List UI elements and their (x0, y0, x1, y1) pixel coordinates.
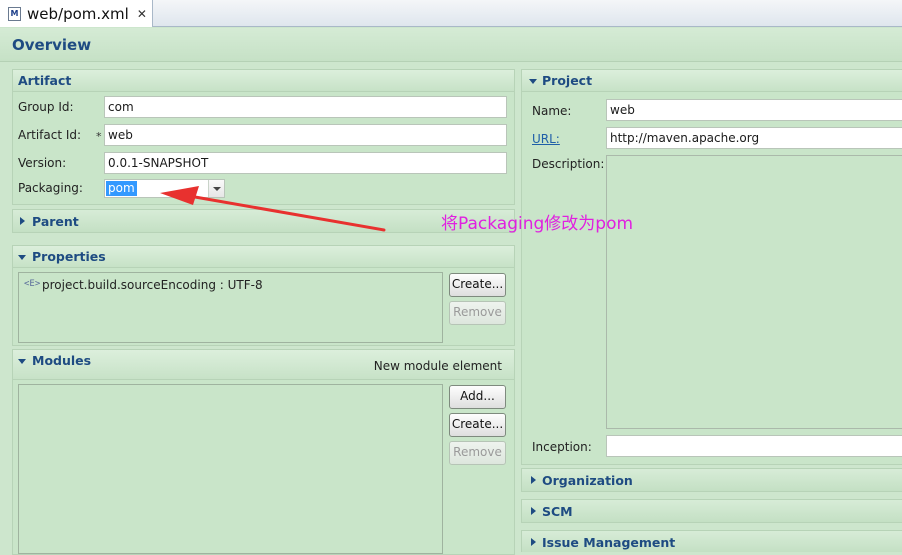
scm-section[interactable]: SCM (521, 499, 902, 523)
chevron-right-icon (531, 476, 536, 484)
chevron-right-icon (531, 507, 536, 515)
url-link[interactable]: URL: (532, 132, 560, 146)
chevron-right-icon (531, 538, 536, 546)
project-section-header[interactable]: Project (522, 70, 902, 92)
artifact-section-header: Artifact (13, 70, 514, 92)
issue-management-section[interactable]: Issue Management (521, 530, 902, 552)
modules-section-title: Modules (32, 353, 92, 368)
chevron-down-icon (18, 359, 26, 364)
packaging-selected-value: pom (106, 181, 137, 196)
form-header: Overview (0, 28, 902, 62)
url-input[interactable]: http://maven.apache.org (606, 127, 902, 149)
close-icon[interactable]: ✕ (137, 7, 147, 21)
modules-add-button[interactable]: Add... (449, 385, 506, 409)
maven-file-icon: M (8, 6, 21, 21)
parent-section[interactable]: Parent (12, 209, 515, 233)
artifact-section-title: Artifact (18, 73, 72, 88)
properties-remove-button[interactable]: Remove (449, 301, 506, 325)
packaging-select[interactable]: pom (104, 179, 225, 198)
inception-input[interactable] (606, 435, 902, 457)
scm-section-title: SCM (542, 504, 573, 519)
issue-management-section-title: Issue Management (542, 535, 676, 550)
new-module-element-label: New module element (373, 359, 502, 373)
organization-section-title: Organization (542, 473, 633, 488)
properties-create-button[interactable]: Create... (449, 273, 506, 297)
chevron-right-icon (20, 217, 25, 225)
modules-remove-button[interactable]: Remove (449, 441, 506, 465)
chevron-down-icon (18, 255, 26, 260)
packaging-label: Packaging: (18, 181, 83, 195)
modules-list[interactable] (18, 384, 443, 554)
properties-section-header[interactable]: Properties (13, 246, 514, 268)
editor-tab-label: web/pom.xml (27, 4, 129, 23)
list-item[interactable]: project.build.sourceEncoding : UTF-8 (42, 278, 263, 292)
annotation-text: 将Packaging修改为pom (441, 214, 634, 234)
group-id-label: Group Id: (18, 100, 74, 114)
properties-section-title: Properties (32, 249, 106, 264)
version-input[interactable]: 0.0.1-SNAPSHOT (104, 152, 507, 174)
description-label: Description: (532, 157, 605, 171)
artifact-id-input[interactable]: web (104, 124, 507, 146)
editor-tab-bar: M web/pom.xml ✕ (0, 0, 902, 27)
page-title: Overview (12, 36, 92, 54)
project-section-title: Project (542, 73, 593, 88)
xml-element-icon: <E> (24, 279, 41, 289)
description-textarea[interactable] (606, 155, 902, 429)
editor-tab-pom[interactable]: M web/pom.xml ✕ (0, 0, 153, 27)
modules-create-button[interactable]: Create... (449, 413, 506, 437)
version-label: Version: (18, 156, 67, 170)
chevron-down-icon (529, 79, 537, 84)
properties-list[interactable]: <E> project.build.sourceEncoding : UTF-8 (18, 272, 443, 343)
chevron-down-icon[interactable] (208, 180, 224, 197)
artifact-id-label: Artifact Id: (18, 128, 82, 142)
group-id-input[interactable]: com (104, 96, 507, 118)
required-marker: * (96, 130, 102, 143)
parent-section-title: Parent (32, 214, 79, 229)
inception-label: Inception: (532, 440, 592, 454)
name-label: Name: (532, 104, 572, 118)
name-input[interactable]: web (606, 99, 902, 121)
modules-section-header[interactable]: Modules New module element (13, 350, 514, 380)
organization-section[interactable]: Organization (521, 468, 902, 492)
